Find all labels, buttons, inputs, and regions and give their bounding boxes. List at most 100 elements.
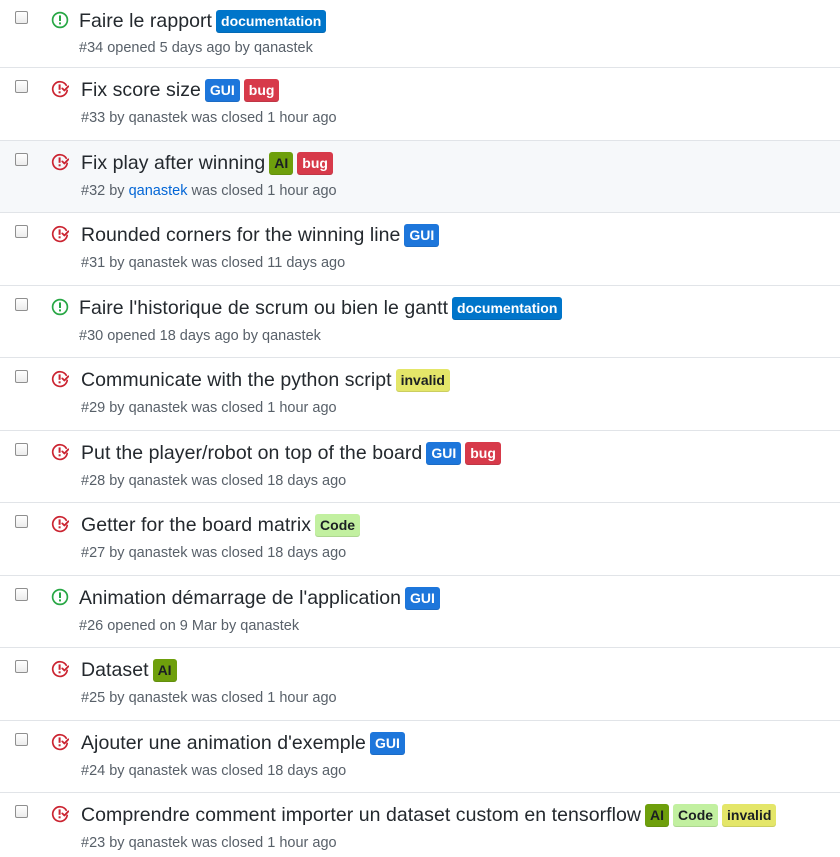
label-gui[interactable]: GUI [204, 79, 240, 102]
issue-opened-icon [51, 298, 69, 316]
issue-row[interactable]: Getter for the board matrix Code #27 by qa… [0, 503, 840, 576]
issue-title-link[interactable]: Faire l'historique de scrum ou bien le g… [79, 297, 448, 320]
issue-title-link[interactable]: Animation démarrage de l'application [79, 587, 401, 610]
issue-row[interactable]: Faire l'historique de scrum ou bien le g… [0, 285, 840, 358]
issue-number[interactable]: #25 [81, 690, 105, 706]
select-issue-checkbox[interactable] [15, 152, 28, 166]
issue-author-link[interactable]: qanastek [129, 545, 188, 561]
issue-number[interactable]: #33 [81, 110, 105, 126]
issue-title-link[interactable]: Rounded corners for the winning line [81, 224, 400, 247]
issue-row[interactable]: Dataset AI #25 by qanastek was closed 1 ho… [0, 648, 840, 721]
issue-closed-icon [51, 660, 70, 678]
label-code[interactable]: Code [673, 804, 719, 827]
select-issue-checkbox[interactable] [15, 442, 28, 456]
issue-meta: #33 by qanastek was closed 1 hour ago [81, 110, 337, 126]
issue-status-text: opened 5 days ago by [107, 40, 250, 56]
issue-author-link[interactable]: qanastek [254, 40, 313, 56]
issue-closed-time: was closed 1 hour ago [191, 690, 337, 706]
issue-meta: #31 by qanastek was closed 11 days ago [81, 255, 345, 271]
issue-title-line: Fix score size GUI bug [81, 79, 283, 102]
issue-row[interactable]: Fix score size GUI bug #33 by qanastek was … [0, 68, 840, 141]
issue-status-text: by [109, 835, 125, 851]
issue-title-link[interactable]: Dataset [81, 659, 149, 682]
select-issue-checkbox[interactable] [15, 80, 28, 93]
select-issue-checkbox[interactable] [15, 11, 28, 24]
issue-title-link[interactable]: Put the player/robot on top of the board [81, 442, 422, 465]
label-gui[interactable]: GUI [369, 731, 405, 755]
label-bug[interactable]: bug [465, 441, 501, 465]
issue-number[interactable]: #26 [79, 618, 103, 634]
issue-number[interactable]: #23 [81, 835, 105, 851]
issue-meta: #29 by qanastek was closed 1 hour ago [81, 400, 337, 416]
issue-row[interactable]: Rounded corners for the winning line GUI #… [0, 213, 840, 286]
issue-closed-time: was closed 1 hour ago [191, 182, 337, 199]
label-bug[interactable]: bug [297, 151, 333, 175]
issue-author-link[interactable]: qanastek [262, 328, 321, 344]
issue-number[interactable]: #32 [81, 183, 105, 199]
label-invalid[interactable]: invalid [395, 369, 450, 392]
issue-number[interactable]: #31 [81, 255, 105, 271]
select-issue-checkbox[interactable] [15, 515, 28, 528]
select-issue-checkbox[interactable] [15, 225, 28, 238]
issue-row[interactable]: Faire le rapport documentation #34 opened … [0, 0, 840, 68]
label-ai[interactable]: AI [269, 151, 294, 175]
label-bug[interactable]: bug [243, 79, 280, 102]
issue-title-link[interactable]: Fix score size [81, 79, 201, 102]
issue-closed-time: was closed 1 hour ago [191, 400, 337, 416]
issue-author-link[interactable]: qanastek [129, 690, 188, 706]
issue-author-link[interactable]: qanastek [129, 255, 188, 271]
issue-row[interactable]: Put the player/robot on top of the board… [0, 430, 840, 503]
issue-number[interactable]: #34 [79, 40, 103, 56]
issue-number[interactable]: #30 [79, 328, 103, 344]
issue-author-link[interactable]: qanastek [129, 400, 188, 416]
select-issue-checkbox[interactable] [15, 660, 28, 673]
issue-author-link[interactable]: qanastek [129, 763, 188, 779]
issue-author-link[interactable]: qanastek [129, 183, 188, 199]
issue-title-link[interactable]: Comprendre comment importer un dataset c… [81, 804, 641, 827]
issue-author-link[interactable]: qanastek [129, 110, 188, 126]
issue-title-link[interactable]: Getter for the board matrix [81, 514, 311, 537]
label-gui[interactable]: GUI [426, 441, 462, 465]
issue-title-link[interactable]: Fix play after winning [81, 152, 265, 175]
issue-status-text: opened 18 days ago by [107, 327, 258, 344]
label-documentation[interactable]: documentation [216, 10, 327, 33]
issue-number[interactable]: #27 [81, 545, 105, 561]
issue-closed-icon [51, 153, 70, 171]
issue-row[interactable]: Animation démarrage de l'application GUI #… [0, 575, 840, 648]
issue-author-link[interactable]: qanastek [129, 473, 188, 489]
issue-row[interactable]: Fix play after winning AI bug #32 by qanast… [0, 140, 840, 213]
issue-author-link[interactable]: qanastek [240, 618, 299, 634]
issue-author-link[interactable]: qanastek [129, 835, 188, 851]
select-issue-checkbox[interactable] [15, 805, 28, 818]
label-documentation[interactable]: documentation [452, 296, 563, 320]
issue-row[interactable]: Comprendre comment importer un dataset c… [0, 793, 840, 857]
issue-number[interactable]: #24 [81, 763, 105, 779]
issue-closed-time: was closed 11 days ago [191, 255, 346, 271]
label-gui[interactable]: GUI [404, 224, 440, 247]
label-code[interactable]: Code [315, 514, 361, 537]
label-gui[interactable]: GUI [405, 586, 440, 610]
issue-closed-icon [51, 733, 70, 751]
issue-row[interactable]: Ajouter une animation d'exemple GUI #24 by… [0, 720, 840, 793]
issue-title-line: Dataset AI [81, 659, 181, 682]
issue-title-line: Rounded corners for the winning line GUI [81, 224, 443, 247]
select-issue-checkbox[interactable] [15, 370, 28, 383]
issue-number[interactable]: #28 [81, 473, 105, 489]
issue-meta: #30 opened 18 days ago by qanastek [79, 328, 321, 344]
issue-status-text: by [109, 472, 125, 489]
issue-title-link[interactable]: Faire le rapport [79, 10, 212, 33]
select-issue-checkbox[interactable] [15, 732, 28, 746]
issue-number[interactable]: #29 [81, 400, 105, 416]
label-ai[interactable]: AI [152, 659, 177, 682]
issue-closed-time: was closed 1 hour ago [191, 835, 337, 851]
label-ai[interactable]: AI [645, 804, 670, 827]
issue-status-text: by [109, 690, 125, 706]
select-issue-checkbox[interactable] [15, 587, 28, 601]
issue-closed-time: was closed 1 hour ago [191, 110, 337, 126]
select-issue-checkbox[interactable] [15, 297, 28, 311]
issue-title-link[interactable]: Ajouter une animation d'exemple [81, 732, 366, 755]
label-invalid[interactable]: invalid [722, 804, 777, 827]
issue-title-link[interactable]: Communicate with the python script [81, 369, 392, 392]
issue-title-line: Put the player/robot on top of the board… [81, 441, 505, 465]
issue-row[interactable]: Communicate with the python script invali… [0, 358, 840, 431]
